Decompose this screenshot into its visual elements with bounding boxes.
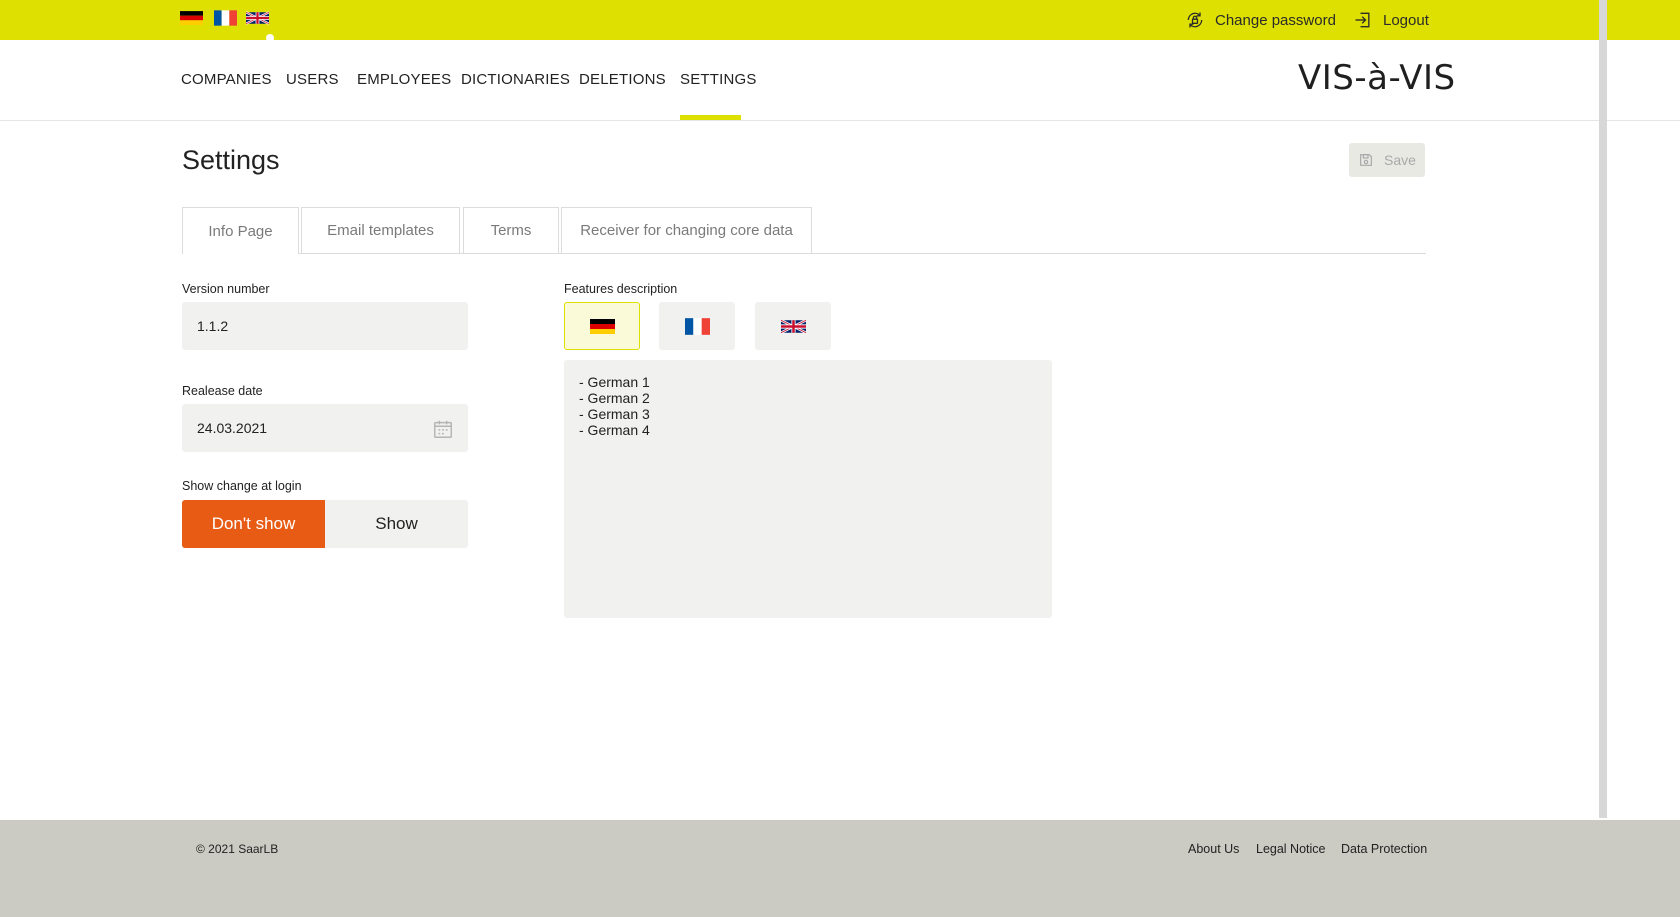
flag-france-icon [684, 317, 710, 335]
tabs-divider [182, 253, 1426, 254]
dont-show-label: Don't show [211, 514, 296, 533]
nav-item-employees[interactable]: EMPLOYEES [357, 71, 451, 88]
nav-item-companies[interactable]: COMPANIES [181, 71, 272, 88]
features-lang-en-button[interactable] [755, 302, 831, 350]
footer-copyright: © 2021 SaarLB [196, 842, 279, 856]
main-nav: COMPANIES USERS EMPLOYEES DICTIONARIES D… [0, 40, 1680, 121]
save-button[interactable]: Save [1349, 143, 1425, 177]
change-password-label: Change password [1215, 11, 1336, 29]
release-date-value: 24.03.2021 [197, 420, 268, 436]
show-option[interactable]: Show [325, 500, 468, 548]
tab-terms[interactable]: Terms [463, 207, 559, 253]
tab-receiver-core-data[interactable]: Receiver for changing core data [561, 207, 812, 253]
tab-email-templates[interactable]: Email templates [301, 207, 460, 253]
footer-link-data-protection[interactable]: Data Protection [1341, 842, 1427, 856]
tab-info-page[interactable]: Info Page [182, 207, 299, 254]
footer: © 2021 SaarLB About Us Legal Notice Data… [0, 820, 1680, 917]
flag-germany-icon [589, 318, 615, 334]
page-scrollbar[interactable] [1599, 0, 1607, 818]
tab-info-page-label: Info Page [208, 222, 273, 240]
tab-terms-label: Terms [490, 222, 532, 239]
dont-show-option[interactable]: Don't show [182, 500, 325, 548]
flag-uk-icon [780, 318, 806, 334]
nav-item-dictionaries[interactable]: DICTIONARIES [461, 71, 570, 88]
features-lang-fr-button[interactable] [659, 302, 735, 350]
active-nav-indicator [680, 115, 741, 120]
show-label: Show [375, 514, 418, 533]
save-label: Save [1384, 152, 1416, 168]
calendar-icon[interactable] [432, 418, 454, 440]
release-date-label: Realease date [182, 384, 263, 398]
features-lang-de-button[interactable] [564, 302, 640, 350]
page-title: Settings [182, 145, 280, 175]
change-password-button[interactable]: Change password [1185, 9, 1336, 31]
logout-icon [1355, 12, 1370, 28]
version-number-value: 1.1.2 [197, 318, 229, 334]
nav-item-deletions[interactable]: DELETIONS [579, 71, 666, 88]
logout-button[interactable]: Logout [1353, 9, 1429, 31]
version-number-input[interactable]: 1.1.2 [182, 302, 468, 350]
tab-receiver-core-data-label: Receiver for changing core data [580, 222, 793, 239]
nav-item-settings[interactable]: SETTINGS [680, 71, 757, 88]
flag-uk-icon[interactable] [246, 10, 269, 26]
features-description-textarea[interactable]: - German 1 - German 2 - German 3 - Germa… [564, 360, 1052, 618]
nav-item-users[interactable]: USERS [286, 71, 339, 88]
release-date-input[interactable]: 24.03.2021 [182, 404, 468, 452]
show-change-toggle: Don't show Show [182, 500, 468, 548]
version-number-label: Version number [182, 282, 270, 296]
footer-link-about-us[interactable]: About Us [1188, 842, 1239, 856]
top-bar: Change password Logout [0, 0, 1680, 42]
save-icon [1360, 154, 1372, 166]
features-description-label: Features description [564, 282, 678, 296]
logout-label: Logout [1383, 11, 1429, 29]
tab-email-templates-label: Email templates [327, 222, 434, 239]
flag-france-icon[interactable] [214, 10, 237, 26]
footer-link-legal-notice[interactable]: Legal Notice [1256, 842, 1326, 856]
flag-germany-icon[interactable] [180, 10, 203, 26]
app-logo: VIS-à-VIS [1298, 58, 1456, 98]
show-change-label: Show change at login [182, 479, 302, 493]
lock-refresh-icon [1187, 12, 1203, 28]
